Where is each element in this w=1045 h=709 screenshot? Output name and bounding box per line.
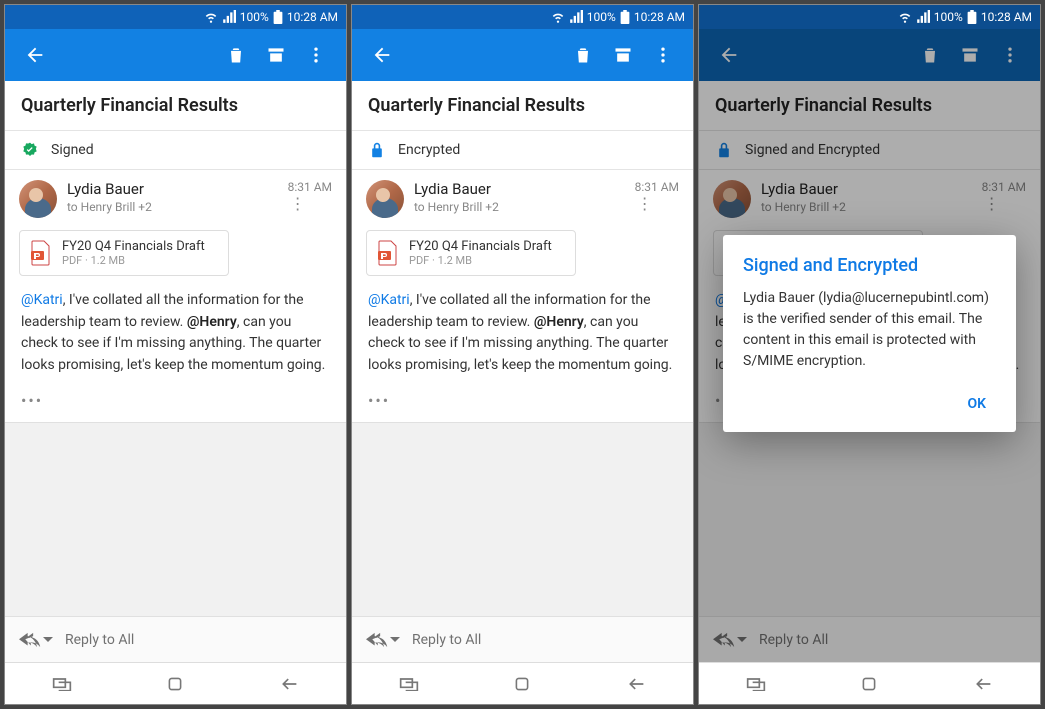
reply-label[interactable]: Reply to All bbox=[412, 632, 481, 648]
mention-katri[interactable]: @Katri bbox=[368, 292, 410, 308]
signal-icon bbox=[916, 10, 930, 24]
battery-icon bbox=[273, 10, 283, 24]
signal-icon bbox=[569, 10, 583, 24]
smime-info-dialog: Signed and Encrypted Lydia Bauer (lydia@… bbox=[723, 235, 1016, 432]
message-time: 8:31 AM bbox=[288, 180, 332, 194]
attachment-chip[interactable]: FY20 Q4 Financials Draft PDF · 1.2 MB bbox=[366, 230, 576, 276]
file-ppt-icon bbox=[30, 240, 52, 266]
recipients-summary[interactable]: to Henry Brill +2 bbox=[67, 200, 278, 214]
phone-screen-signed: 100% 10:28 AM Quarterly Financial Result… bbox=[4, 4, 347, 705]
attachment-meta: PDF · 1.2 MB bbox=[62, 254, 205, 267]
delete-button[interactable] bbox=[563, 35, 603, 75]
battery-label: 100% bbox=[934, 10, 963, 24]
dialog-body: Lydia Bauer (lydia@lucernepubintl.com) i… bbox=[743, 288, 996, 372]
phone-screen-encrypted: 100% 10:28 AM Quarterly Financial Result… bbox=[351, 4, 694, 705]
attachment-meta: PDF · 1.2 MB bbox=[409, 254, 552, 267]
overflow-button[interactable] bbox=[296, 35, 336, 75]
reply-bar: Reply to All bbox=[352, 616, 693, 662]
delete-button[interactable] bbox=[216, 35, 256, 75]
android-nav-bar bbox=[5, 662, 346, 704]
clock-label: 10:28 AM bbox=[287, 10, 338, 24]
reply-label[interactable]: Reply to All bbox=[65, 632, 134, 648]
battery-label: 100% bbox=[587, 10, 616, 24]
android-back-button[interactable] bbox=[277, 672, 301, 696]
archive-button[interactable] bbox=[603, 35, 643, 75]
android-back-button[interactable] bbox=[971, 672, 995, 696]
clock-label: 10:28 AM bbox=[634, 10, 685, 24]
status-bar: 100% 10:28 AM bbox=[699, 5, 1040, 29]
message-body: @Katri, I've collated all the informatio… bbox=[352, 286, 693, 387]
subject: Quarterly Financial Results bbox=[5, 81, 346, 131]
sender-header: Lydia Bauer to Henry Brill +2 8:31 AM ⋮ bbox=[5, 170, 346, 224]
battery-icon bbox=[620, 10, 630, 24]
app-bar bbox=[5, 29, 346, 81]
status-bar: 100% 10:28 AM bbox=[352, 5, 693, 29]
home-button[interactable] bbox=[510, 672, 534, 696]
expand-message-button[interactable]: ••• bbox=[352, 387, 693, 422]
android-nav-bar bbox=[352, 662, 693, 704]
overflow-button[interactable] bbox=[643, 35, 683, 75]
file-ppt-icon bbox=[377, 240, 399, 266]
reply-all-button[interactable] bbox=[366, 632, 400, 648]
thread-empty-area bbox=[352, 422, 693, 616]
home-button[interactable] bbox=[163, 672, 187, 696]
message-overflow-button[interactable]: ⋮ bbox=[635, 194, 655, 213]
thread-empty-area bbox=[5, 422, 346, 616]
attachment-name: FY20 Q4 Financials Draft bbox=[409, 239, 552, 254]
reply-all-button[interactable] bbox=[19, 632, 53, 648]
rosette-check-icon bbox=[21, 141, 39, 159]
security-status-label: Signed bbox=[51, 142, 94, 158]
mention-henry[interactable]: @Henry bbox=[534, 314, 584, 330]
security-status-label: Encrypted bbox=[398, 142, 460, 158]
sender-name: Lydia Bauer bbox=[67, 180, 278, 198]
message-time: 8:31 AM bbox=[635, 180, 679, 194]
recents-button[interactable] bbox=[50, 672, 74, 696]
attachment-chip[interactable]: FY20 Q4 Financials Draft PDF · 1.2 MB bbox=[19, 230, 229, 276]
sender-name: Lydia Bauer bbox=[414, 180, 625, 198]
message-overflow-button[interactable]: ⋮ bbox=[288, 194, 308, 213]
reply-bar: Reply to All bbox=[5, 616, 346, 662]
wifi-icon bbox=[551, 10, 565, 24]
mention-katri[interactable]: @Katri bbox=[21, 292, 63, 308]
dialog-ok-button[interactable]: OK bbox=[957, 388, 996, 420]
sender-header: Lydia Bauer to Henry Brill +2 8:31 AM ⋮ bbox=[352, 170, 693, 224]
wifi-icon bbox=[898, 10, 912, 24]
recipients-summary[interactable]: to Henry Brill +2 bbox=[414, 200, 625, 214]
archive-button[interactable] bbox=[256, 35, 296, 75]
clock-label: 10:28 AM bbox=[981, 10, 1032, 24]
recents-button[interactable] bbox=[744, 672, 768, 696]
back-button[interactable] bbox=[15, 35, 55, 75]
attachment-name: FY20 Q4 Financials Draft bbox=[62, 239, 205, 254]
message-body: @Katri, I've collated all the informatio… bbox=[5, 286, 346, 387]
back-button[interactable] bbox=[362, 35, 402, 75]
avatar[interactable] bbox=[19, 180, 57, 218]
lock-icon bbox=[368, 141, 386, 159]
security-status-row[interactable]: Encrypted bbox=[352, 131, 693, 170]
expand-message-button[interactable]: ••• bbox=[5, 387, 346, 422]
recents-button[interactable] bbox=[397, 672, 421, 696]
status-bar: 100% 10:28 AM bbox=[5, 5, 346, 29]
phone-screen-signed-encrypted-dialog: 100% 10:28 AM Quarterly Financial Result… bbox=[698, 4, 1041, 705]
android-back-button[interactable] bbox=[624, 672, 648, 696]
battery-label: 100% bbox=[240, 10, 269, 24]
mention-henry[interactable]: @Henry bbox=[187, 314, 237, 330]
home-button[interactable] bbox=[857, 672, 881, 696]
android-nav-bar bbox=[699, 662, 1040, 704]
wifi-icon bbox=[204, 10, 218, 24]
signal-icon bbox=[222, 10, 236, 24]
security-status-row[interactable]: Signed bbox=[5, 131, 346, 170]
app-bar bbox=[352, 29, 693, 81]
avatar[interactable] bbox=[366, 180, 404, 218]
dialog-title: Signed and Encrypted bbox=[743, 255, 996, 276]
battery-icon bbox=[967, 10, 977, 24]
subject: Quarterly Financial Results bbox=[352, 81, 693, 131]
